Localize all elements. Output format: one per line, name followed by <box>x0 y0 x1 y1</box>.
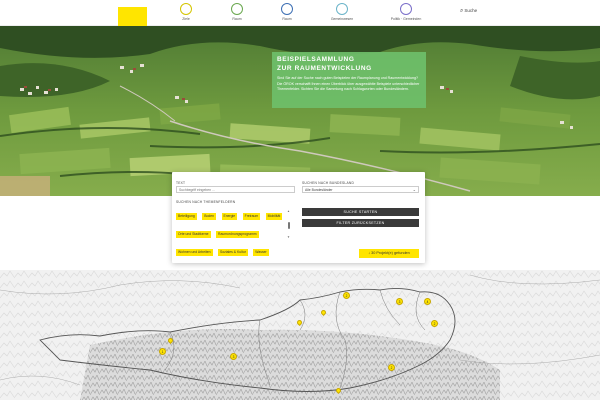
nav-raum-icon <box>231 3 243 15</box>
search-label: Suche <box>464 8 478 13</box>
tag-boden[interactable]: Boden <box>202 213 217 220</box>
map-marker[interactable]: 2 <box>388 364 395 371</box>
top-navigation-bar: Ziele Raum Raum Gemeinwesen Politik · Ge… <box>0 0 600 26</box>
nav-label: Ziele <box>182 17 190 21</box>
nav-item-ziele[interactable]: Ziele <box>166 3 206 21</box>
hero-banner: Beispielsammlung zur Raumentwicklung Sin… <box>0 26 600 196</box>
scroll-down-icon[interactable]: ▼ <box>287 235 290 239</box>
nav-label: Raum <box>232 17 242 21</box>
state-select-value: Alle Bundesländer <box>305 188 333 192</box>
oerok-logo[interactable] <box>118 7 147 26</box>
hero-intro-box: Beispielsammlung zur Raumentwicklung Sin… <box>272 52 426 108</box>
nav-raum-icon <box>281 3 293 15</box>
project-map[interactable]: 2 3 4 2 1 3 2 <box>0 270 600 400</box>
scroll-thumb[interactable] <box>287 222 290 229</box>
hero-title-line-2: zur Raumentwicklung <box>277 65 372 72</box>
hero-description: Sind Sie auf der Suche nach guten Beispi… <box>277 76 420 92</box>
map-marker[interactable]: 2 <box>343 292 350 299</box>
search-link[interactable]: ⌕Suche <box>460 8 477 15</box>
state-select[interactable]: Alle Bundesländer ⌄ <box>302 186 419 193</box>
reset-filter-button[interactable]: Filter zurücksetzen <box>302 219 419 227</box>
tag-beteiligung[interactable]: Beteiligung <box>176 213 197 220</box>
filter-panel: Text Suchen nach Bundesland Alle Bundesl… <box>172 172 425 263</box>
nav-label: Gemeinwesen <box>330 17 354 21</box>
tag-wasser[interactable]: Wasser <box>253 249 269 257</box>
tag-soziales-kultur[interactable]: Soziales & Kultur <box>218 249 248 257</box>
nav-item-raum-1[interactable]: Raum <box>217 3 257 21</box>
nav-item-gemeinwesen[interactable]: Gemeinwesen <box>322 3 362 21</box>
result-count-label: 30 Projekt(e) gefunden <box>371 251 410 255</box>
page: Ziele Raum Raum Gemeinwesen Politik · Ge… <box>0 0 600 400</box>
tag-wohnen-und-arbeiten[interactable]: Wohnen und Arbeiten <box>176 249 213 257</box>
tag-list-scrollbar[interactable]: ▲ ▼ <box>287 209 290 239</box>
map-marker[interactable]: 2 <box>431 320 438 327</box>
tag-orte-und-stadtkerne[interactable]: Orte und Stadtkerne <box>176 231 211 239</box>
chevron-down-icon: ⌄ <box>412 187 416 192</box>
nav-label: Raum <box>282 17 292 21</box>
text-search-input[interactable] <box>176 186 295 193</box>
text-search-label: Text <box>176 181 186 185</box>
map-marker[interactable]: 3 <box>230 353 237 360</box>
start-search-button[interactable]: Suche starten <box>302 208 419 216</box>
result-count-button[interactable]: ↓ 30 Projekt(e) gefunden <box>359 249 419 258</box>
tag-list: Beteiligung Boden Energie Freiraum Mobil… <box>176 204 286 259</box>
arrow-down-icon: ↓ <box>368 251 371 255</box>
nav-item-raum-2[interactable]: Raum <box>267 3 307 21</box>
tag-freiraum[interactable]: Freiraum <box>242 213 261 220</box>
map-marker[interactable]: 4 <box>424 298 431 305</box>
nav-politik-icon <box>400 3 412 15</box>
state-select-label: Suchen nach Bundesland <box>302 181 355 185</box>
scroll-up-icon[interactable]: ▲ <box>287 209 290 213</box>
nav-label: Politik · Gemeinden <box>390 17 422 21</box>
nav-ziele-icon <box>180 3 192 15</box>
map-marker[interactable]: 3 <box>396 298 403 305</box>
map-marker[interactable]: 1 <box>159 348 166 355</box>
search-icon: ⌕ <box>460 8 464 14</box>
relief-map <box>0 270 600 400</box>
tag-raumordnungsprogramm[interactable]: Raumordnungsprogramm <box>216 231 259 239</box>
hero-title-line-1: Beispielsammlung <box>277 56 355 63</box>
nav-item-politik[interactable]: Politik · Gemeinden <box>386 3 426 21</box>
tag-energie[interactable]: Energie <box>221 213 238 220</box>
nav-gemeinwesen-icon <box>336 3 348 15</box>
tag-mobilitaet[interactable]: Mobilität <box>265 213 283 220</box>
